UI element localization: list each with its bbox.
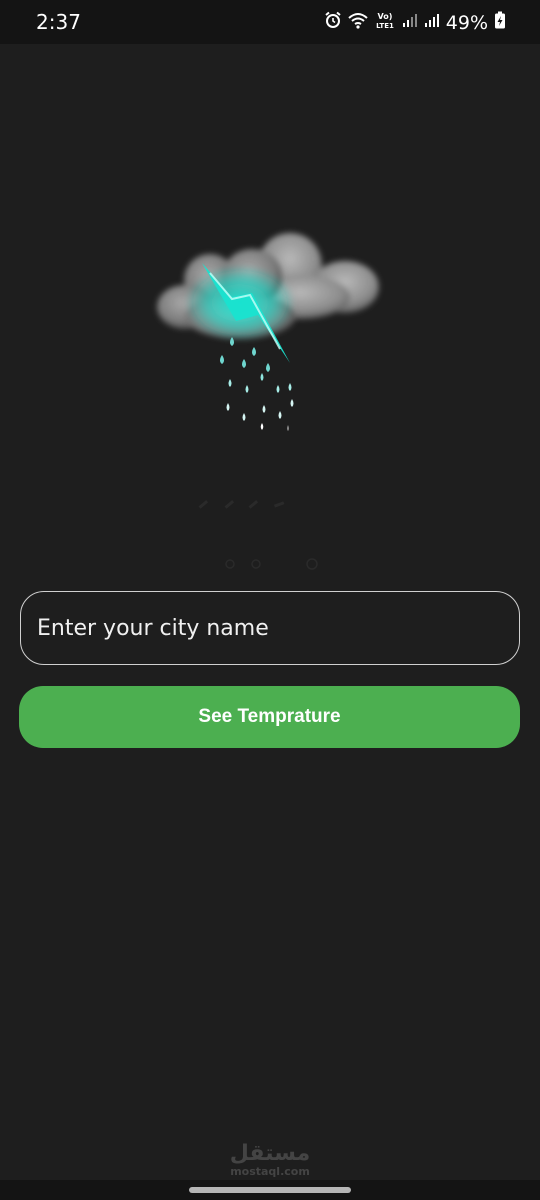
watermark-arabic-text: مستقل: [229, 1141, 311, 1166]
alarm-icon: [324, 11, 342, 34]
volte-icon: Vo) LTE1: [374, 11, 396, 34]
signal-icon: [402, 12, 418, 33]
watermark-latin-text: mostaql.com: [230, 1165, 310, 1178]
svg-text:Vo): Vo): [377, 12, 392, 21]
battery-charging-icon: [494, 11, 506, 34]
status-bar: 2:37 Vo) LTE1 49%: [0, 0, 540, 44]
wifi-icon: [348, 11, 368, 34]
battery-percent: 49%: [445, 11, 488, 34]
status-time: 2:37: [36, 10, 81, 34]
see-temperature-button[interactable]: See Temprature: [19, 686, 520, 748]
city-name-input[interactable]: [20, 591, 520, 665]
home-indicator[interactable]: [189, 1187, 351, 1193]
thunderstorm-cloud-icon: [140, 215, 400, 455]
navigation-bar: [0, 1180, 540, 1200]
app-screen: 2:37 Vo) LTE1 49% Enter your city name S…: [0, 0, 540, 1200]
decorative-dots: [190, 556, 330, 572]
decorative-dots: [190, 498, 330, 514]
status-icons: Vo) LTE1 49%: [324, 11, 506, 34]
svg-text:LTE1: LTE1: [376, 22, 394, 29]
signal-icon: [424, 12, 440, 33]
mostaql-watermark: مستقل mostaql.com: [0, 1141, 540, 1179]
